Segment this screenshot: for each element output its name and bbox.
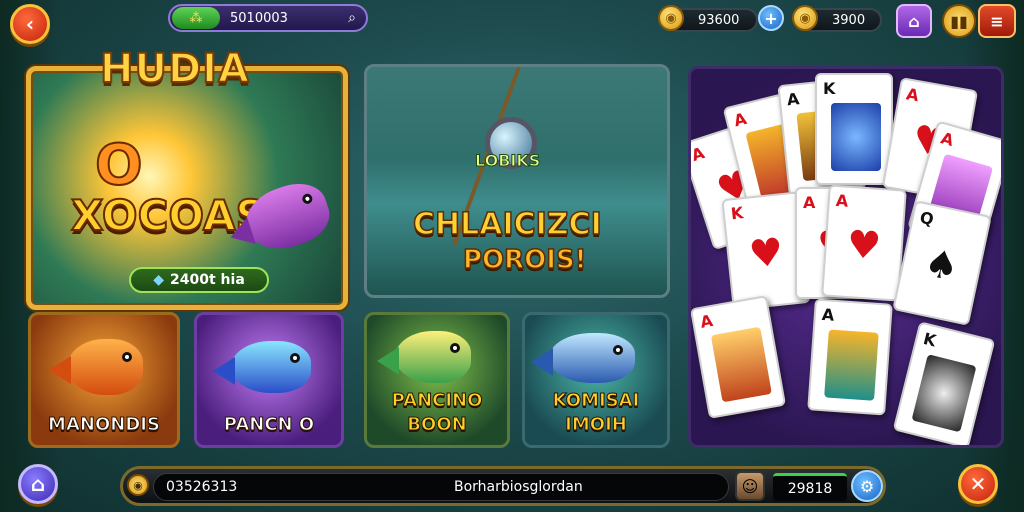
player-id-value: 5010003 xyxy=(230,10,288,26)
home-icon: ⌂ xyxy=(30,472,46,496)
spade-icon: ♠ xyxy=(920,239,963,291)
game-tile-pancino[interactable]: PANCINO BOON xyxy=(364,312,510,448)
hero-title: HUDIA xyxy=(99,45,250,93)
playing-card: K xyxy=(815,73,893,185)
chat-left-value: 03526313 xyxy=(166,479,238,495)
featured-game-panel[interactable]: O XOCOAS ◆ 2400t hia xyxy=(26,66,348,310)
close-icon: ✕ xyxy=(969,472,987,496)
fishing-challenge-panel[interactable]: LOBIKS CHLAICIZCI POROIS! xyxy=(364,64,670,298)
avatar[interactable]: ☺ xyxy=(735,471,765,501)
tile-label: BOON xyxy=(407,414,467,436)
hero-zero-glyph: O xyxy=(94,132,144,199)
vip-icon: ▮▮ xyxy=(950,11,968,31)
coin-icon: ◉ xyxy=(658,5,684,31)
search-icon[interactable]: ⌕ xyxy=(348,10,356,26)
tile-label-top: KOMISAI xyxy=(552,390,640,412)
frame-corner xyxy=(321,283,343,305)
jackpot-value: 2400t hia xyxy=(170,272,245,288)
chat-bar: ◉ 03526313 Borharbiosglordan ☺ 29818 ⚙ xyxy=(120,466,886,506)
shop-button[interactable]: ⌂ xyxy=(896,4,932,38)
playing-card: A xyxy=(807,298,893,416)
coins-primary-value: 93600 xyxy=(698,12,740,28)
shop-icon: ⌂ xyxy=(908,11,920,31)
blue-fish-icon xyxy=(231,341,311,393)
gem-icon: ⁂ xyxy=(172,7,220,29)
tile-label: PANCN O xyxy=(223,414,315,436)
gem-icon: ◆ xyxy=(153,272,165,288)
heart-icon: ♥ xyxy=(746,229,786,277)
yellow-fish-icon xyxy=(395,331,471,383)
playing-card: K xyxy=(892,321,996,445)
back-arrow-icon: ‹ xyxy=(25,12,35,36)
game-tile-manondis[interactable]: MANONDIS xyxy=(28,312,180,448)
settings-button[interactable]: ⚙ xyxy=(851,470,883,502)
frame-corner xyxy=(31,71,53,93)
menu-icon: ≡ xyxy=(990,11,1004,31)
game-tile-komisai[interactable]: KOMISAI IMOIH xyxy=(522,312,670,448)
heart-icon: ♥ xyxy=(845,221,883,269)
card-game-panel[interactable]: A♥ A A K A♥ A K♥ A♥ A♥ Q♠ A A K xyxy=(688,66,1004,448)
player-id-search[interactable]: ⁂ 5010003 ⌕ xyxy=(168,4,368,32)
jackpot-badge: ◆ 2400t hia xyxy=(129,267,269,293)
orange-fish-icon xyxy=(67,339,143,395)
playing-card: A xyxy=(691,295,787,419)
add-coins-button[interactable]: + xyxy=(758,5,784,31)
home-button[interactable]: ⌂ xyxy=(18,464,58,504)
playing-card: Q ♠ xyxy=(892,200,992,326)
plus-icon: + xyxy=(764,8,778,28)
menu-button[interactable]: ≡ xyxy=(978,4,1016,38)
gold-coin-icon: ◉ xyxy=(792,5,818,31)
game-tile-pancn[interactable]: PANCN O xyxy=(194,312,344,448)
chat-input[interactable]: 03526313 Borharbiosglordan xyxy=(153,473,729,501)
chat-message: Borharbiosglordan xyxy=(454,479,583,495)
close-button[interactable]: ✕ xyxy=(958,464,998,504)
chat-coin-icon: ◉ xyxy=(127,474,149,496)
tile-label: IMOIH xyxy=(565,414,628,436)
lake-subtitle: POROIS! xyxy=(462,244,587,276)
avatar-icon: ☺ xyxy=(741,476,759,496)
tile-label: MANONDIS xyxy=(48,414,161,436)
vip-button[interactable]: ▮▮ xyxy=(942,4,976,38)
coins-secondary-value: 3900 xyxy=(832,12,866,28)
score-display: 29818 xyxy=(773,473,847,501)
playing-card: A♥ xyxy=(821,184,907,302)
tile-label-top: PANCINO xyxy=(391,390,483,412)
score-value: 29818 xyxy=(787,480,833,497)
settings-icon: ⚙ xyxy=(859,476,875,496)
lake-label: LOBIKS xyxy=(474,151,541,171)
lake-title: CHLAICIZCI xyxy=(412,206,602,243)
piranha-fish-icon xyxy=(549,333,635,383)
purple-fish-icon xyxy=(237,175,337,259)
back-button[interactable]: ‹ xyxy=(10,4,50,44)
